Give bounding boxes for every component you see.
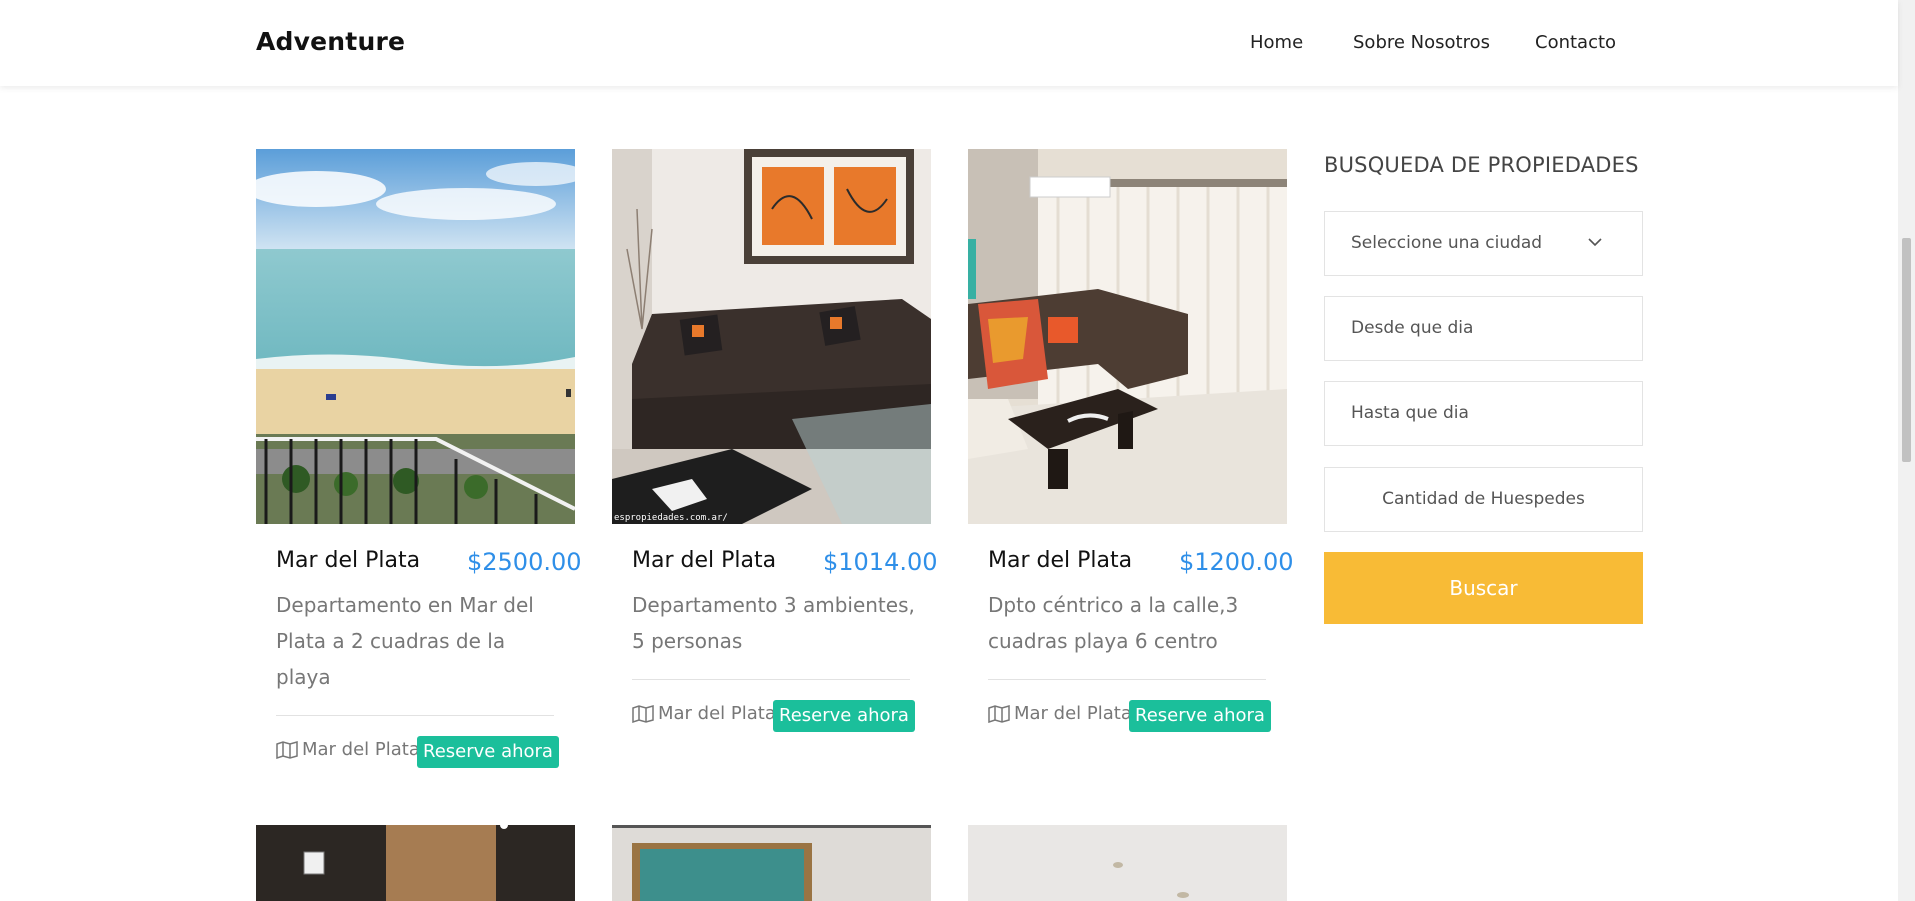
reserve-button[interactable]: Reserve ahora — [417, 736, 559, 768]
nav-contacto[interactable]: Contacto — [1535, 32, 1616, 53]
listing-photo-living[interactable] — [968, 149, 1287, 524]
search-title: BUSQUEDA DE PROPIEDADES — [1324, 153, 1639, 177]
site-header: Adventure Home Sobre Nosotros Contacto — [0, 0, 1898, 86]
listing-location-text: Mar del Plata — [1014, 703, 1132, 724]
map-icon — [988, 704, 1010, 723]
map-icon — [632, 704, 654, 723]
divider — [988, 679, 1266, 680]
listing-description: Dpto céntrico a la calle,3 cuadras playa… — [988, 593, 1239, 653]
reserve-button[interactable]: Reserve ahora — [1129, 700, 1271, 732]
divider — [276, 715, 554, 716]
map-icon — [276, 740, 298, 759]
nav-home[interactable]: Home — [1250, 32, 1303, 53]
scrollbar-thumb[interactable] — [1902, 238, 1911, 462]
listing-location: Mar del Plata — [632, 703, 776, 724]
listing-price: $2500.00 — [467, 548, 582, 576]
city-select[interactable]: Seleccione una ciudad — [1324, 211, 1643, 276]
to-date-field[interactable]: Hasta que dia — [1324, 381, 1643, 446]
listing-city: Mar del Plata — [276, 548, 421, 573]
listing-photo-next[interactable] — [256, 825, 575, 901]
from-date-field[interactable]: Desde que dia — [1324, 296, 1643, 361]
reserve-button[interactable]: Reserve ahora — [773, 700, 915, 732]
photo-watermark: espropiedades.com.ar/ — [614, 513, 728, 523]
listing-description: Departamento 3 ambientes, 5 personas — [632, 593, 915, 653]
listing-location: Mar del Plata — [276, 739, 420, 760]
listing-photo-beach[interactable] — [256, 149, 575, 524]
listing-location-text: Mar del Plata — [658, 703, 776, 724]
listing-location-text: Mar del Plata — [302, 739, 420, 760]
brand-logo[interactable]: Adventure — [256, 27, 405, 56]
listing-photo-sofa[interactable]: espropiedades.com.ar/ — [612, 149, 931, 524]
listing-city: Mar del Plata — [988, 548, 1133, 573]
divider — [632, 679, 910, 680]
chevron-down-icon — [1588, 238, 1602, 247]
city-select-value: Seleccione una ciudad — [1351, 233, 1543, 253]
listing-price: $1014.00 — [823, 548, 938, 576]
listing-photo-next[interactable] — [968, 825, 1287, 901]
listing-location: Mar del Plata — [988, 703, 1132, 724]
nav-sobre-nosotros[interactable]: Sobre Nosotros — [1353, 32, 1490, 53]
listing-photo-next[interactable] — [612, 825, 931, 901]
search-button[interactable]: Buscar — [1324, 552, 1643, 624]
listing-price: $1200.00 — [1179, 548, 1294, 576]
listing-city: Mar del Plata — [632, 548, 777, 573]
scrollbar[interactable] — [1898, 0, 1915, 901]
guests-field[interactable]: Cantidad de Huespedes — [1324, 467, 1643, 532]
listing-description: Departamento en Mar del Plata a 2 cuadra… — [276, 593, 534, 689]
